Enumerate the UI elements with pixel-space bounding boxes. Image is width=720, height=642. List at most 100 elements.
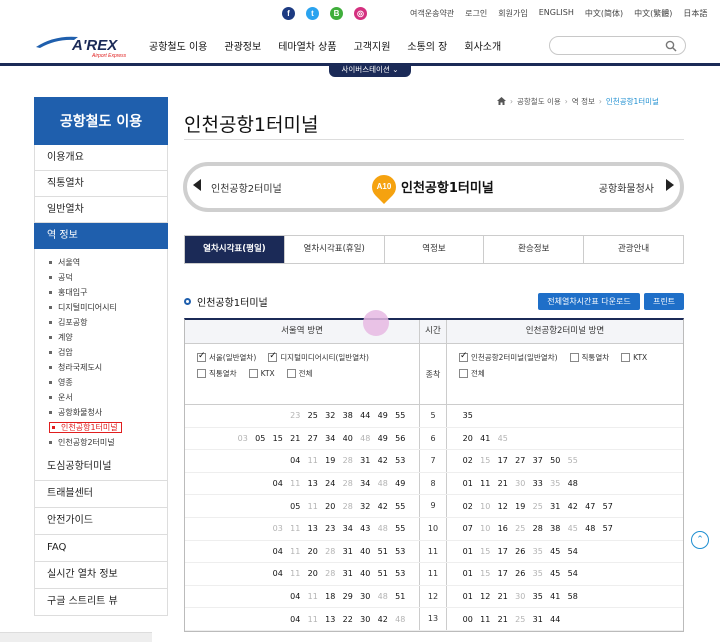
instagram-icon[interactable]: ◎ (354, 7, 367, 20)
filter-checkbox[interactable]: 디지털미디어시티(일반열차) (268, 351, 369, 363)
utility-link[interactable]: 中文(繁體) (634, 8, 672, 19)
filter-checkbox[interactable]: 직통열차 (197, 368, 237, 379)
gnb-item[interactable]: 소통의 장 (407, 38, 447, 53)
station-link[interactable]: 청라국제도시 (35, 360, 167, 375)
scroll-top-button[interactable]: ⌃ (691, 531, 709, 549)
departure-minute: 23 (290, 411, 301, 421)
filter-checkbox[interactable]: 전체 (286, 368, 312, 379)
departure-minute: 11 (290, 479, 301, 489)
checkbox-icon[interactable] (459, 369, 468, 378)
station-link[interactable]: 인천공항2터미널 (35, 435, 167, 450)
checkbox-icon[interactable] (621, 353, 631, 362)
departure-minute: 05 (290, 501, 301, 511)
departure-minute: 26 (515, 546, 526, 556)
departure-minute: 35 (532, 592, 543, 602)
sidebar-item[interactable]: 실시간 열차 정보 (34, 562, 168, 589)
right-minutes-cell: 02 10 12 19 25 31 42 47 57 (447, 495, 683, 517)
departure-minute: 53 (395, 546, 406, 556)
filter-checkbox[interactable]: 인천공항2터미널(일반열차) (459, 351, 558, 363)
home-icon[interactable] (497, 96, 506, 107)
departure-minute: 31 (550, 501, 561, 511)
blog-icon[interactable]: B (330, 7, 343, 20)
prev-arrow-icon[interactable] (193, 179, 201, 191)
gnb-item[interactable]: 고객지원 (354, 38, 391, 53)
filter-checkbox[interactable]: KTX (248, 368, 275, 379)
station-link[interactable]: 운서 (35, 390, 167, 405)
station-link[interactable]: 홍대입구 (35, 285, 167, 300)
breadcrumb-item[interactable]: 역 정보 (572, 96, 595, 107)
page-title: 인천공항1터미널 (184, 114, 319, 136)
tab-item[interactable]: 열차시각표(휴일) (283, 236, 384, 263)
breadcrumb-item[interactable]: 공항철도 이용 (517, 96, 561, 107)
departure-minute: 45 (567, 524, 578, 534)
sidebar-item-station-info[interactable]: 역 정보 (34, 223, 168, 249)
station-link[interactable]: 공덕 (35, 270, 167, 285)
utility-link[interactable]: 中文(简体) (585, 8, 623, 19)
departure-minute: 57 (602, 524, 613, 534)
departure-minute: 45 (497, 433, 508, 443)
utility-link[interactable]: ENGLISH (539, 8, 574, 19)
sidebar-item[interactable]: FAQ (34, 535, 168, 562)
facebook-icon[interactable]: f (282, 7, 295, 20)
tab-item[interactable]: 열차시각표(평일) (185, 236, 284, 263)
sidebar-item[interactable]: 일반열차 (34, 197, 168, 223)
prev-station-link[interactable]: 인천공항2터미널 (211, 180, 282, 195)
station-link-current[interactable]: 인천공항1터미널 (35, 420, 167, 435)
hour-cell: 12 (420, 585, 447, 608)
checkbox-icon[interactable] (569, 353, 579, 362)
checkbox-icon[interactable] (197, 369, 206, 378)
station-link[interactable]: 디지털미디어시티 (35, 300, 167, 315)
checkbox-icon[interactable] (286, 369, 296, 378)
checkbox-icon[interactable] (268, 351, 278, 362)
search-icon[interactable] (665, 40, 677, 52)
departure-minute: 11 (307, 592, 318, 602)
departure-minute: 25 (307, 411, 318, 421)
departure-minute: 11 (480, 614, 491, 624)
tab-item[interactable]: 환승정보 (483, 236, 584, 263)
search-input[interactable] (549, 36, 686, 55)
sidebar-item[interactable]: 구글 스트리트 뷰 (34, 589, 168, 616)
cyber-station-button[interactable]: 사이버스테이션 ⌄ (329, 63, 411, 77)
utility-link[interactable]: 日本語 (683, 8, 707, 19)
print-button[interactable]: 프린트 (644, 293, 684, 310)
sidebar-item[interactable]: 안전가이드 (34, 508, 168, 535)
gnb-item[interactable]: 테마열차 상품 (278, 38, 336, 53)
next-arrow-icon[interactable] (666, 179, 674, 191)
departure-minute: 05 (255, 433, 266, 443)
twitter-icon[interactable]: t (306, 7, 319, 20)
station-sublist: 서울역 공덕 홍대입구 디지털미디어시티 김포공항 계양 검암 청라국제도시 영종 운서 공항화물청… (34, 249, 168, 454)
gnb-item[interactable]: 공항철도 이용 (149, 38, 207, 53)
utility-link[interactable]: 여객운송약관 (410, 8, 454, 19)
download-timetable-button[interactable]: 전체열차시간표 다운로드 (538, 293, 640, 310)
checkbox-icon[interactable] (197, 351, 206, 362)
station-link[interactable]: 공항화물청사 (35, 405, 167, 420)
departure-minute: 35 (532, 569, 543, 579)
departure-minute: 31 (342, 546, 353, 556)
station-link[interactable]: 계양 (35, 330, 167, 345)
station-link[interactable]: 영종 (35, 375, 167, 390)
gnb-item[interactable]: 회사소개 (464, 38, 501, 53)
checkbox-icon[interactable] (248, 369, 258, 378)
filter-checkbox[interactable]: 전체 (459, 368, 485, 379)
departure-minute: 02 (462, 456, 473, 466)
sidebar-item[interactable]: 도심공항터미널 (34, 454, 168, 481)
filter-checkbox[interactable]: 직통열차 (569, 352, 609, 363)
sidebar-item[interactable]: 직통열차 (34, 171, 168, 197)
departure-minute: 17 (497, 456, 508, 466)
tab-item[interactable]: 역정보 (383, 236, 484, 263)
tab-item[interactable]: 관광안내 (583, 236, 683, 263)
arex-logo[interactable]: A'REX Airport Express (34, 33, 134, 59)
sidebar-item[interactable]: 트래블센터 (34, 481, 168, 508)
checkbox-icon[interactable] (459, 351, 468, 362)
utility-link[interactable]: 로그인 (465, 8, 487, 19)
filter-checkbox[interactable]: KTX (621, 352, 647, 363)
sidebar-item[interactable]: 이용개요 (34, 145, 168, 171)
utility-link[interactable]: 회원가입 (498, 8, 527, 19)
next-station-link[interactable]: 공항화물청사 (599, 180, 654, 195)
station-link[interactable]: 서울역 (35, 255, 167, 270)
filter-checkbox[interactable]: 서울(일반열차) (197, 351, 256, 363)
gnb-item[interactable]: 관광정보 (224, 38, 261, 53)
departure-minute: 55 (395, 524, 406, 534)
station-link[interactable]: 검암 (35, 345, 167, 360)
station-link[interactable]: 김포공항 (35, 315, 167, 330)
